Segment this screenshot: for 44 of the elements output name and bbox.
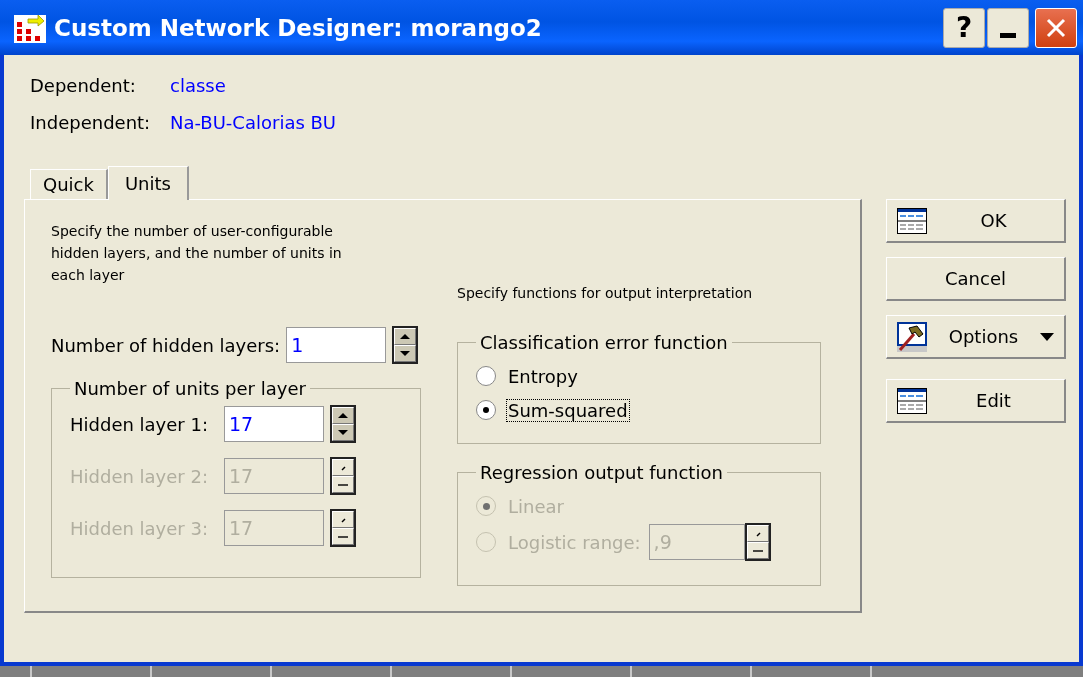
table-icon	[897, 207, 927, 234]
hammer-icon	[897, 321, 927, 352]
input-field[interactable]: 1	[286, 327, 387, 363]
table-icon	[897, 387, 927, 414]
dropdown-button[interactable]: Options	[886, 315, 1066, 359]
minimize-button[interactable]	[987, 7, 1029, 48]
app-icon	[14, 12, 46, 43]
option-label[interactable]: Sum-squared	[506, 398, 630, 422]
up-arrow-icon	[337, 412, 349, 419]
close-icon	[1045, 16, 1067, 39]
variable-value: Na-BU-Calorias BU	[170, 112, 337, 133]
dash-icon	[751, 547, 764, 554]
description-text: Specify the number of user-configurable hidden layers, and the number of units in each layer	[51, 222, 343, 285]
field-label: Hidden layer 2:	[70, 465, 209, 487]
spinner-control[interactable]	[330, 405, 356, 443]
description-text: Specify functions for output interpretation	[457, 284, 754, 303]
dash-icon	[337, 533, 349, 540]
window-title: Custom Network Designer: morango2	[54, 14, 543, 41]
field-label: Dependent:	[30, 75, 137, 96]
spinner-control[interactable]	[392, 326, 419, 364]
group-title: Regression output function	[479, 462, 724, 483]
dialog-button[interactable]: OK	[886, 199, 1066, 243]
group-title: Number of units per layer	[73, 378, 307, 399]
down-arrow-icon	[399, 350, 412, 357]
dialog-button[interactable]: Cancel	[886, 257, 1066, 301]
dash-icon	[337, 481, 349, 488]
radio-button[interactable]	[476, 400, 496, 420]
radio-button[interactable]	[476, 366, 496, 386]
group-title: Classification error function	[479, 332, 729, 353]
minimize-icon	[1000, 33, 1016, 38]
dialog-button[interactable]: Edit	[886, 379, 1066, 423]
variable-value: classe	[170, 75, 226, 96]
tab[interactable]: Units	[107, 166, 189, 200]
close-button[interactable]	[1035, 7, 1077, 48]
up-arrow-icon	[399, 333, 412, 340]
tab[interactable]: Quick	[30, 169, 108, 199]
field-label: Hidden layer 3:	[70, 517, 209, 539]
help-button[interactable]: ?	[943, 7, 985, 48]
field-label: Number of hidden layers:	[51, 334, 281, 356]
option-label[interactable]: Entropy	[506, 364, 580, 388]
down-arrow-icon	[337, 429, 349, 436]
field-label: Independent:	[30, 112, 152, 133]
input-field[interactable]: 17	[224, 406, 324, 442]
field-label: Hidden layer 1:	[70, 413, 209, 435]
